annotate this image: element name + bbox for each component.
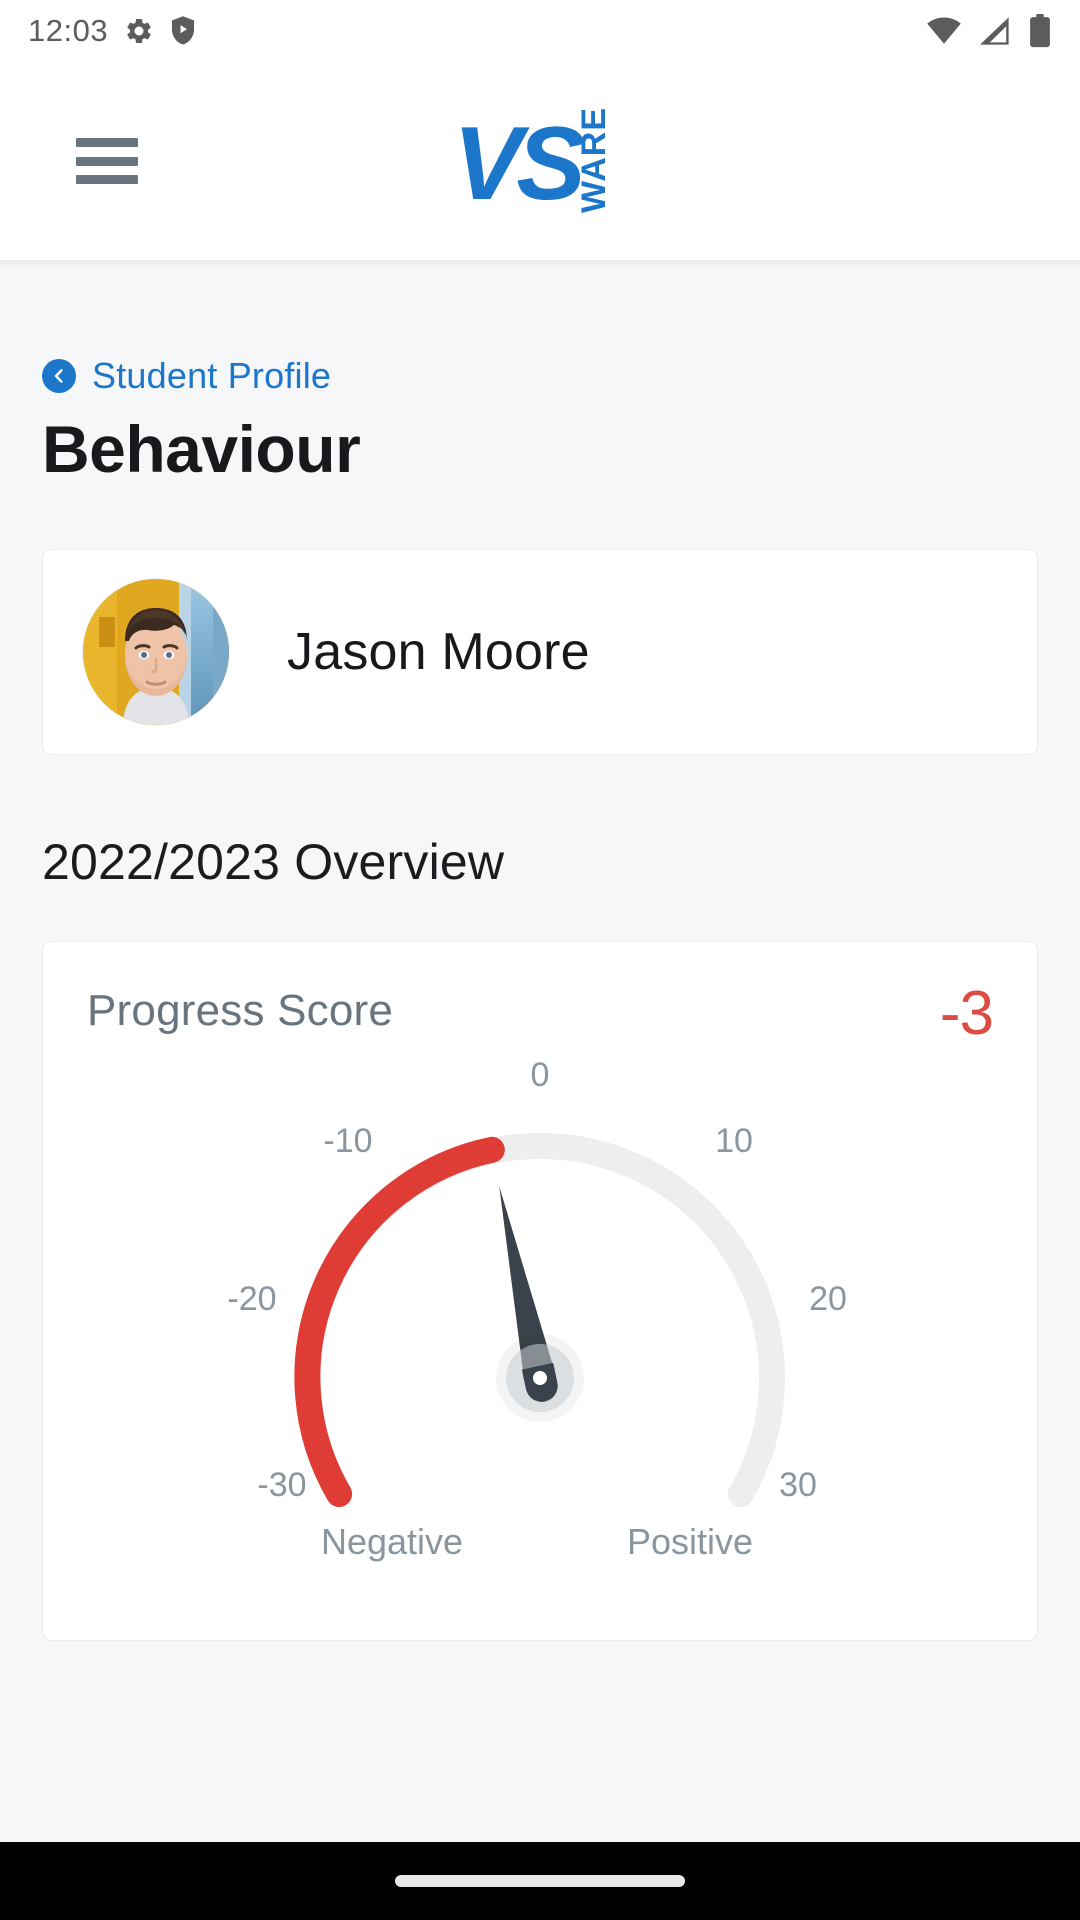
gauge-tick-m30: -30 bbox=[257, 1466, 306, 1504]
svg-text:VS: VS bbox=[455, 106, 585, 221]
phone-screen: 12:03 VS WARE Student Profile Behaviour … bbox=[0, 0, 1080, 1920]
gauge-value-arc bbox=[294, 1136, 505, 1507]
status-bar-clock: 12:03 bbox=[28, 13, 109, 48]
gauge-tick-p30: 30 bbox=[779, 1466, 817, 1504]
progress-score-header: Progress Score -3 bbox=[87, 979, 994, 1048]
gauge-label-negative: Negative bbox=[321, 1521, 463, 1562]
gauge-tick-m20: -20 bbox=[227, 1280, 276, 1318]
app-header: VS WARE bbox=[0, 62, 1080, 260]
gauge-tick-0: 0 bbox=[531, 1056, 550, 1094]
student-name: Jason Moore bbox=[287, 623, 590, 681]
battery-icon bbox=[1030, 14, 1050, 48]
gear-icon bbox=[127, 18, 151, 43]
cellular-signal-icon bbox=[980, 17, 1009, 45]
svg-text:WARE: WARE bbox=[575, 107, 613, 213]
status-bar-system-icons bbox=[926, 14, 1052, 48]
student-photo bbox=[83, 579, 229, 725]
breadcrumb-label: Student Profile bbox=[92, 355, 332, 396]
page-title: Behaviour bbox=[42, 412, 361, 486]
page-content: Student Profile Behaviour Jason Moore 20… bbox=[0, 260, 1080, 1842]
hamburger-menu-icon[interactable] bbox=[76, 138, 138, 184]
avatar bbox=[83, 579, 229, 725]
section-title-overview: 2022/2023 Overview bbox=[42, 834, 505, 890]
progress-score-card: Progress Score -3 0 -10 10 -20 20 -30 30 bbox=[42, 941, 1038, 1641]
hamburger-bar-2 bbox=[76, 156, 138, 166]
hamburger-bar-3 bbox=[76, 175, 138, 184]
chevron-left-circle-icon bbox=[42, 359, 76, 393]
gesture-pill[interactable] bbox=[395, 1875, 685, 1887]
gauge-tick-p10: 10 bbox=[715, 1122, 753, 1160]
shield-play-icon bbox=[172, 16, 195, 45]
hamburger-bar-1 bbox=[76, 138, 138, 147]
vsware-logo[interactable]: VS WARE bbox=[455, 101, 625, 221]
progress-score-gauge: 0 -10 10 -20 20 -30 30 Negative Positive bbox=[87, 1048, 993, 1608]
gauge-hub-dot bbox=[533, 1370, 547, 1385]
gauge-tick-p20: 20 bbox=[809, 1280, 847, 1318]
wifi-icon bbox=[927, 17, 961, 44]
breadcrumb-back-student-profile[interactable]: Student Profile bbox=[42, 355, 331, 397]
system-navigation-bar bbox=[0, 1842, 1080, 1920]
gauge-chart: 0 -10 10 -20 20 -30 30 Negative Positive bbox=[227, 1056, 847, 1562]
status-bar-notification-icons bbox=[124, 15, 198, 47]
progress-score-value: -3 bbox=[939, 979, 994, 1048]
progress-score-label: Progress Score bbox=[87, 986, 394, 1035]
student-card[interactable]: Jason Moore bbox=[42, 549, 1038, 755]
gauge-label-positive: Positive bbox=[627, 1521, 753, 1562]
gauge-tick-m10: -10 bbox=[323, 1122, 372, 1160]
status-bar: 12:03 bbox=[0, 0, 1080, 62]
